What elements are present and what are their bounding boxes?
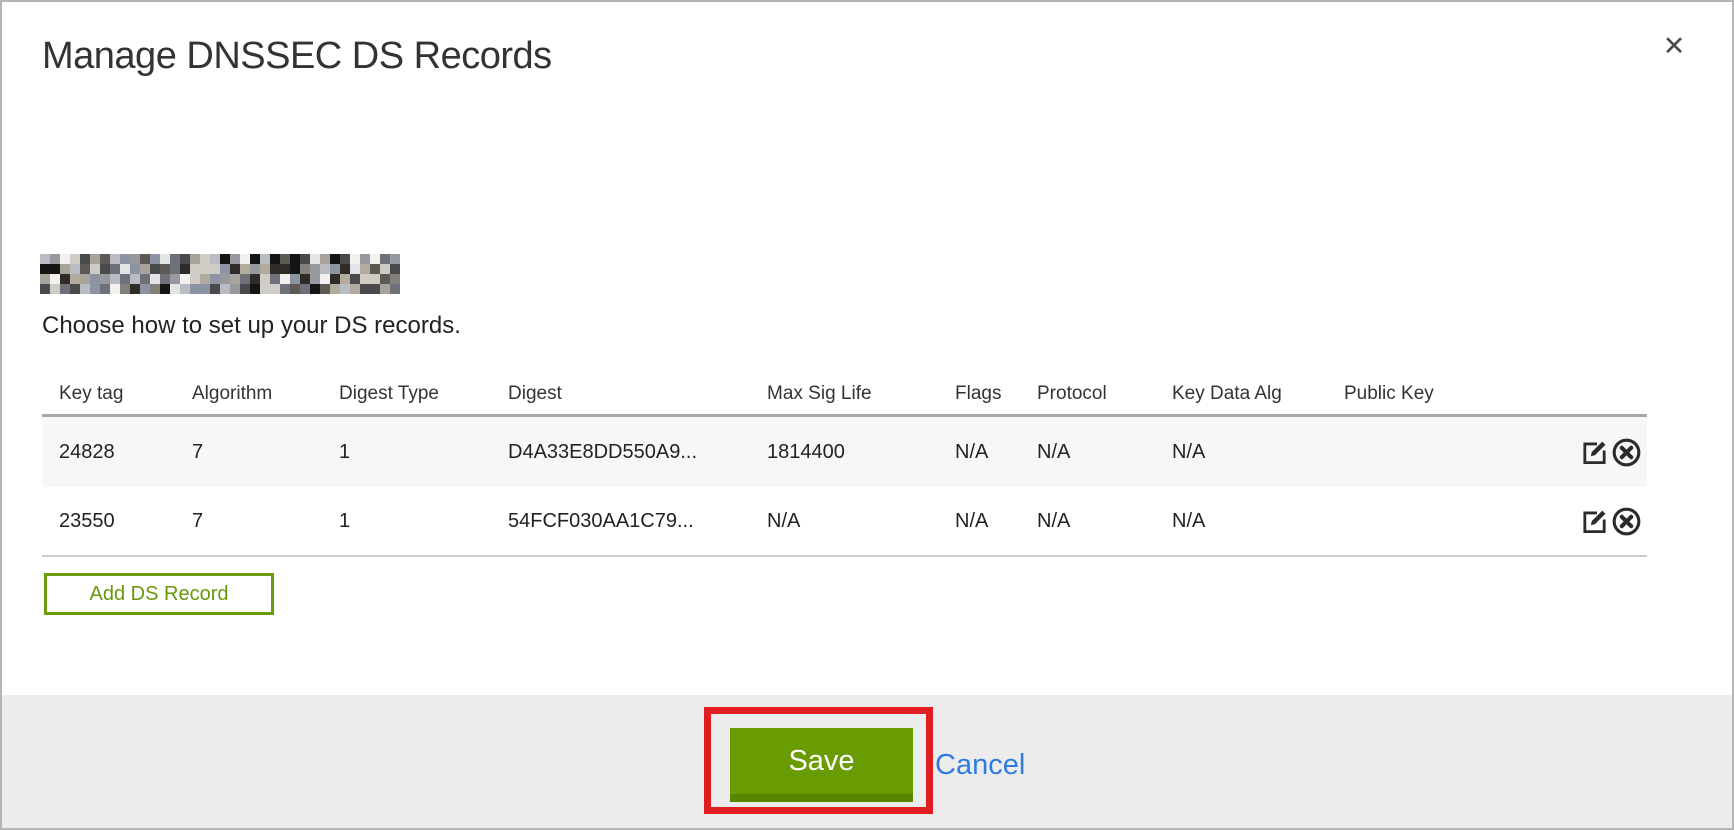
cell-protocol: N/A [1037,510,1172,533]
cell-flags: N/A [955,441,1037,464]
ds-records-table: Key tag Algorithm Digest Type Digest Max… [42,374,1647,557]
cell-key-tag: 24828 [59,441,192,464]
cell-max-sig-life: N/A [767,510,955,533]
instruction-text: Choose how to set up your DS records. [42,312,461,340]
cell-key-tag: 23550 [59,510,192,533]
table-header-row: Key tag Algorithm Digest Type Digest Max… [42,374,1647,417]
cancel-link[interactable]: Cancel [935,749,1025,782]
row-actions [1577,506,1647,536]
col-header-algorithm: Algorithm [192,383,339,405]
col-header-key-data-alg: Key Data Alg [1172,383,1344,405]
save-button[interactable]: Save [730,728,913,802]
col-header-key-tag: Key tag [59,383,192,405]
redacted-domain [40,254,400,294]
cell-flags: N/A [955,510,1037,533]
row-actions [1577,437,1647,467]
delete-record-icon[interactable] [1611,506,1641,536]
cell-digest-type: 1 [339,441,508,464]
cell-protocol: N/A [1037,441,1172,464]
cell-digest-type: 1 [339,510,508,533]
col-header-public-key: Public Key [1344,383,1577,405]
page-title: Manage DNSSEC DS Records [42,35,552,78]
add-ds-record-button[interactable]: Add DS Record [44,573,274,615]
edit-record-icon[interactable] [1579,506,1609,536]
edit-record-icon[interactable] [1579,437,1609,467]
close-icon[interactable]: ✕ [1656,28,1692,64]
col-header-digest: Digest [508,383,767,405]
col-header-max-sig-life: Max Sig Life [767,383,955,405]
cell-max-sig-life: 1814400 [767,441,955,464]
col-header-protocol: Protocol [1037,383,1172,405]
col-header-flags: Flags [955,383,1037,405]
col-header-digest-type: Digest Type [339,383,508,405]
table-row: 23550 7 1 54FCF030AA1C79... N/A N/A N/A … [42,487,1647,557]
manage-dnssec-modal: Manage DNSSEC DS Records ✕ Choose how to… [0,0,1734,830]
cell-key-data-alg: N/A [1172,441,1344,464]
delete-record-icon[interactable] [1611,437,1641,467]
cell-algorithm: 7 [192,510,339,533]
table-row: 24828 7 1 D4A33E8DD550A9... 1814400 N/A … [42,417,1647,487]
cell-digest: 54FCF030AA1C79... [508,510,767,533]
cell-key-data-alg: N/A [1172,510,1344,533]
cell-algorithm: 7 [192,441,339,464]
cell-digest: D4A33E8DD550A9... [508,441,767,464]
